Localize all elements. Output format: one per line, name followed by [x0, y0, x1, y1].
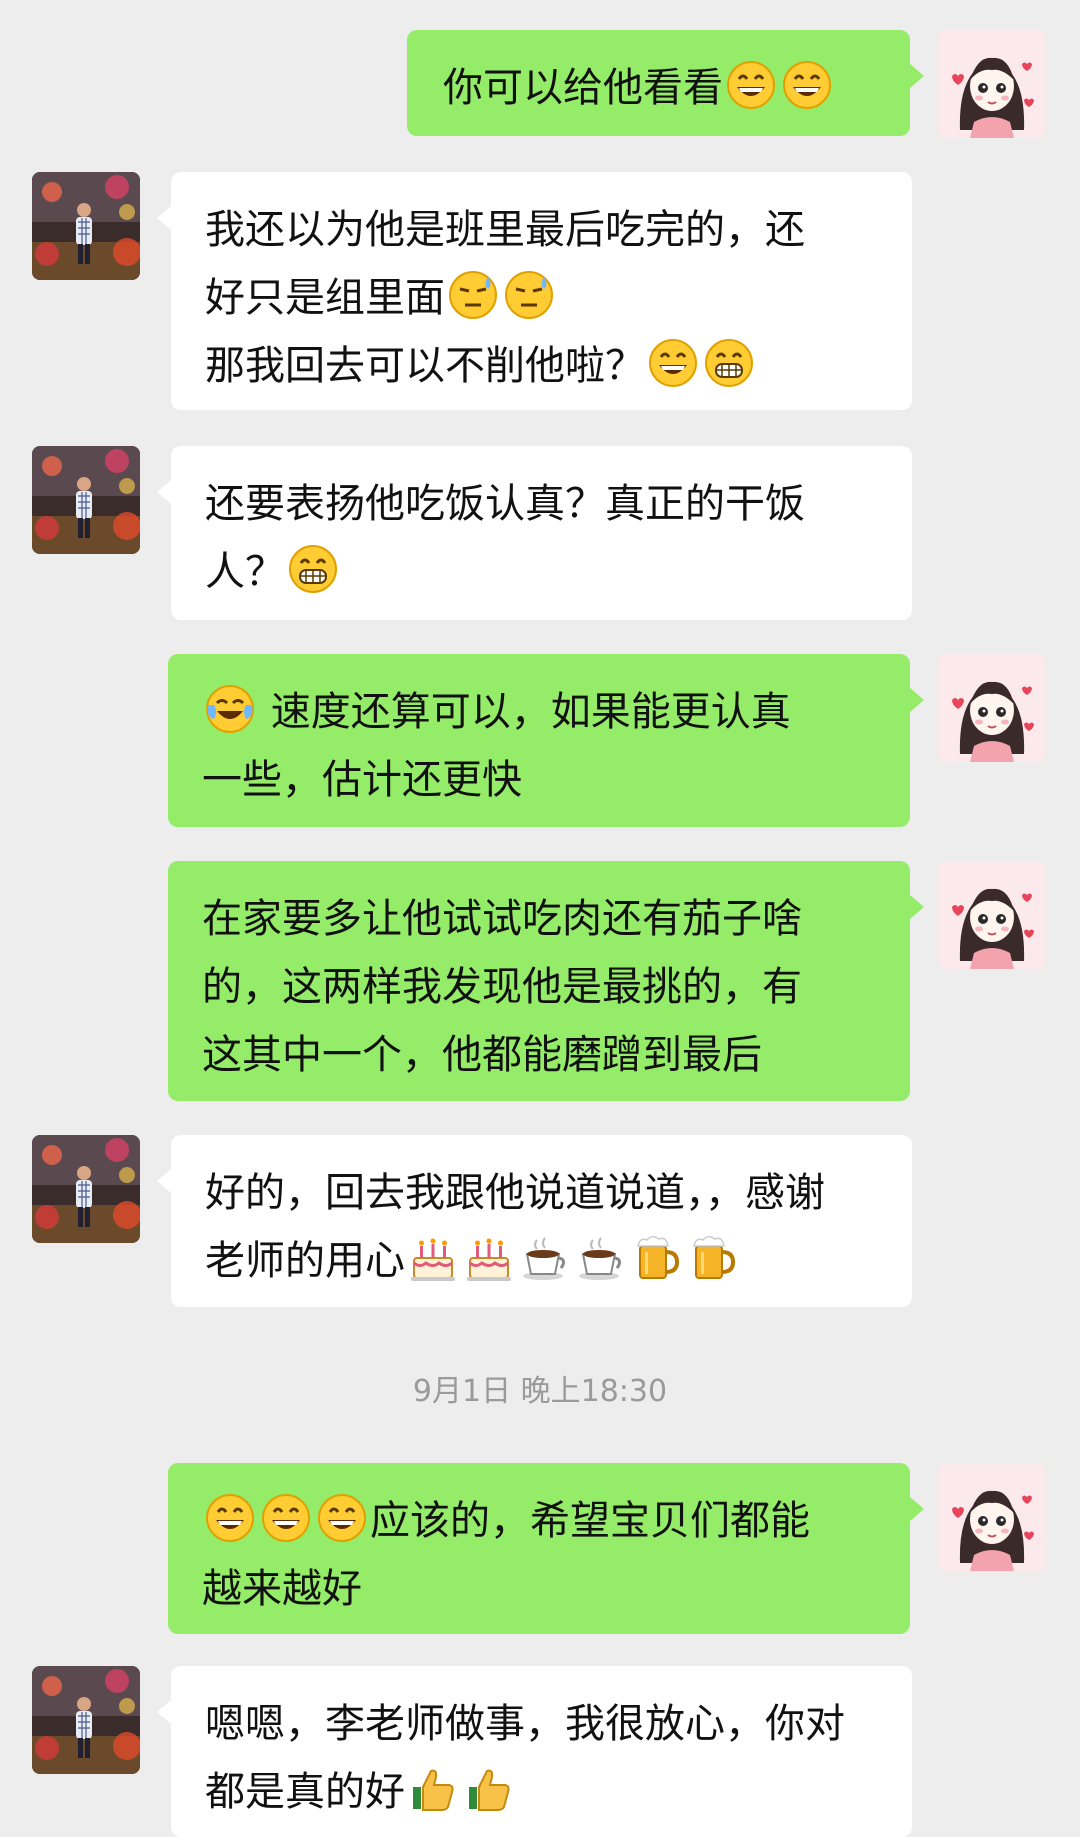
message-bubble[interactable]: 应该的，希望宝贝们都能 越来越好: [168, 1463, 924, 1634]
grinning-face-emoji-icon: [647, 337, 699, 389]
message-text: 一些，估计还更快: [202, 757, 522, 803]
grinning-face-emoji-icon: [316, 1492, 368, 1544]
message-text: 速度还算可以，如果能更认真: [270, 689, 791, 735]
thumbs-up-emoji-icon: [463, 1763, 515, 1815]
message-text: 我还以为他是班里最后吃完的，还: [205, 207, 805, 253]
teacher-avatar[interactable]: [938, 30, 1046, 138]
message-bubble[interactable]: 你可以给他看看: [407, 30, 924, 136]
grinning-face-emoji-icon: [260, 1492, 312, 1544]
message-text: 你可以给他看看: [443, 65, 723, 111]
beer-mug-emoji-icon: [631, 1232, 683, 1284]
message-text: 越来越好: [202, 1566, 362, 1612]
message-text: 人？: [205, 549, 285, 595]
message-bubble[interactable]: 在家要多让他试试吃肉还有茄子啥 的，这两样我发现他是最挑的，有 这其中一个，他都…: [168, 861, 924, 1101]
hot-beverage-emoji-icon: [575, 1232, 627, 1284]
parent-avatar[interactable]: [32, 1666, 140, 1774]
message-text: 老师的用心: [205, 1238, 405, 1284]
parent-avatar[interactable]: [32, 172, 140, 280]
message-text: 的，这两样我发现他是最挑的，有: [202, 964, 802, 1010]
message-bubble[interactable]: 嗯嗯，李老师做事，我很放心，你对 都是真的好: [157, 1666, 912, 1837]
grinning-face-emoji-icon: [725, 59, 777, 111]
hot-beverage-emoji-icon: [519, 1232, 571, 1284]
grinning-face-emoji-icon: [781, 59, 833, 111]
message-text: 这其中一个，他都能磨蹭到最后: [202, 1032, 762, 1078]
message-text: 都是真的好: [205, 1769, 405, 1815]
message-bubble[interactable]: 还要表扬他吃饭认真？真正的干饭 人？: [157, 446, 912, 620]
message-text: 在家要多让他试试吃肉还有茄子啥: [202, 896, 802, 942]
beer-mug-emoji-icon: [687, 1232, 739, 1284]
face-with-tears-of-joy-emoji-icon: [204, 683, 256, 735]
teacher-avatar[interactable]: [938, 1463, 1046, 1571]
thumbs-up-emoji-icon: [407, 1763, 459, 1815]
message-bubble[interactable]: 好的，回去我跟他说道说道，，感谢 老师的用心: [157, 1135, 912, 1307]
beaming-face-emoji-icon: [703, 337, 755, 389]
message-text: 好的，回去我跟他说道说道，，感谢: [205, 1170, 825, 1216]
message-text: 应该的，希望宝贝们都能: [370, 1498, 810, 1544]
message-text: 还要表扬他吃饭认真？真正的干饭: [205, 481, 805, 527]
message-text: 那我回去可以不削他啦？: [205, 343, 645, 389]
grinning-face-emoji-icon: [204, 1492, 256, 1544]
message-bubble[interactable]: 速度还算可以，如果能更认真 一些，估计还更快: [168, 654, 924, 827]
parent-avatar[interactable]: [32, 1135, 140, 1243]
downcast-face-with-sweat-emoji-icon: [447, 269, 499, 321]
teacher-avatar[interactable]: [938, 654, 1046, 762]
message-bubble[interactable]: 我还以为他是班里最后吃完的，还 好只是组里面 那我回去可以不削他啦？: [157, 172, 912, 410]
parent-avatar[interactable]: [32, 446, 140, 554]
birthday-cake-emoji-icon: [463, 1232, 515, 1284]
birthday-cake-emoji-icon: [407, 1232, 459, 1284]
message-text: 好只是组里面: [205, 275, 445, 321]
chat-timestamp: 9月1日 晚上18:30: [412, 1374, 668, 1409]
downcast-face-with-sweat-emoji-icon: [503, 269, 555, 321]
teacher-avatar[interactable]: [938, 861, 1046, 969]
message-text: 嗯嗯，李老师做事，我很放心，你对: [205, 1701, 845, 1747]
beaming-face-emoji-icon: [287, 543, 339, 595]
